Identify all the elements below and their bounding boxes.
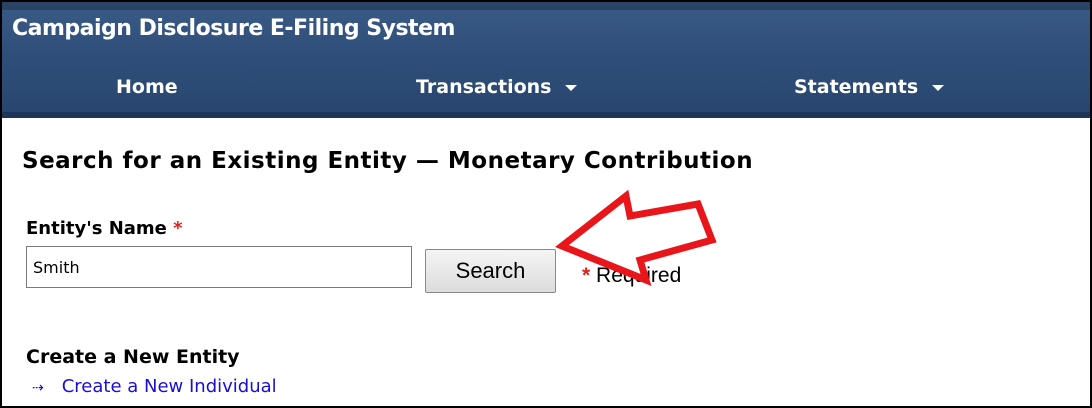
- nav-statements[interactable]: Statements: [794, 76, 945, 98]
- nav-statements-label: Statements: [794, 76, 919, 98]
- app-title: Campaign Disclosure E-Filing System: [12, 16, 455, 41]
- double-arrow-icon: ⇢: [32, 380, 44, 396]
- required-note-asterisk: *: [582, 264, 591, 287]
- nav-transactions-label: Transactions: [416, 76, 552, 98]
- chevron-down-icon: [932, 84, 945, 91]
- nav-home-label: Home: [116, 76, 178, 98]
- create-individual-link-label: Create a New Individual: [61, 376, 277, 397]
- nav-home[interactable]: Home: [116, 76, 178, 98]
- page-title: Search for an Existing Entity — Monetary…: [22, 148, 754, 174]
- app-window: Campaign Disclosure E-Filing System Home…: [0, 0, 1092, 408]
- entity-name-label: Entity's Name *: [26, 218, 183, 239]
- required-asterisk: *: [173, 218, 183, 239]
- required-note: * Required: [582, 264, 681, 288]
- search-button[interactable]: Search: [425, 249, 556, 293]
- nav-bar: Home Transactions Statements: [2, 68, 1090, 112]
- entity-name-label-text: Entity's Name: [26, 218, 167, 239]
- chevron-down-icon: [565, 84, 578, 91]
- header-shade: [2, 2, 1090, 10]
- create-entity-heading: Create a New Entity: [26, 346, 240, 368]
- create-individual-link[interactable]: ⇢ Create a New Individual: [32, 376, 277, 397]
- required-note-text: Required: [596, 264, 682, 287]
- nav-transactions[interactable]: Transactions: [416, 76, 578, 98]
- nav-separator: [2, 112, 1090, 118]
- app-header: Campaign Disclosure E-Filing System Home…: [2, 2, 1090, 118]
- entity-name-input[interactable]: [26, 246, 412, 288]
